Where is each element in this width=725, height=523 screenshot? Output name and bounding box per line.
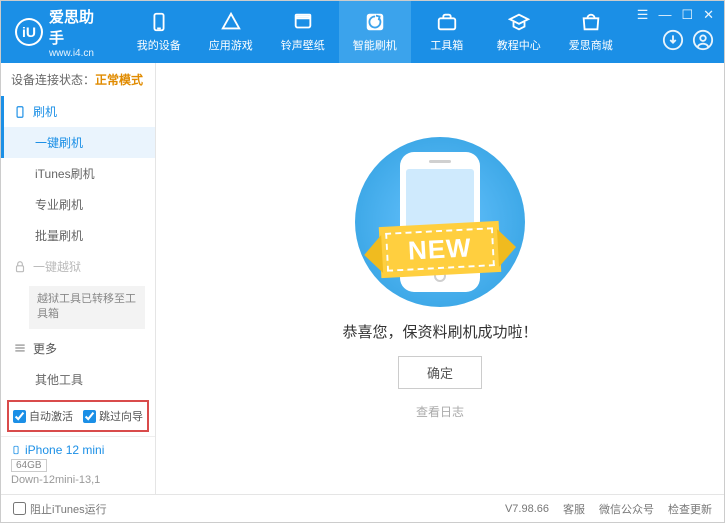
sidebar-item-other-tools[interactable]: 其他工具 bbox=[29, 364, 155, 395]
footer-link-update[interactable]: 检查更新 bbox=[668, 501, 712, 517]
logo-icon: iU bbox=[15, 18, 43, 46]
nav-tutorials[interactable]: 教程中心 bbox=[483, 1, 555, 63]
checkbox-block-itunes[interactable]: 阻止iTunes运行 bbox=[13, 501, 107, 517]
close-icon[interactable]: ✕ bbox=[703, 7, 714, 23]
nav-apps[interactable]: 应用游戏 bbox=[195, 1, 267, 63]
menu-icon[interactable]: ☰ bbox=[637, 7, 649, 23]
nav-toolbox[interactable]: 工具箱 bbox=[411, 1, 483, 63]
version-label: V7.98.66 bbox=[505, 503, 549, 515]
nav-my-device[interactable]: 我的设备 bbox=[123, 1, 195, 63]
device-storage: 64GB bbox=[11, 459, 47, 472]
titlebar: iU 爱思助手 www.i4.cn 我的设备 应用游戏 铃声壁纸 智能刷机 工具… bbox=[1, 1, 724, 63]
view-log-link[interactable]: 查看日志 bbox=[416, 403, 464, 420]
main-content: NEW 恭喜您，保资料刷机成功啦！ 确定 查看日志 bbox=[156, 63, 724, 494]
footer: 阻止iTunes运行 V7.98.66 客服 微信公众号 检查更新 bbox=[1, 494, 724, 522]
ok-button[interactable]: 确定 bbox=[398, 356, 482, 389]
app-window: iU 爱思助手 www.i4.cn 我的设备 应用游戏 铃声壁纸 智能刷机 工具… bbox=[0, 0, 725, 523]
sidebar-item-itunes-flash[interactable]: iTunes刷机 bbox=[29, 158, 155, 189]
device-panel[interactable]: iPhone 12 mini 64GB Down-12mini-13,1 bbox=[1, 436, 155, 494]
device-name: iPhone 12 mini bbox=[11, 443, 145, 457]
window-controls: ☰ — ☐ ✕ bbox=[627, 1, 724, 63]
nav-flash[interactable]: 智能刷机 bbox=[339, 1, 411, 63]
top-nav: 我的设备 应用游戏 铃声壁纸 智能刷机 工具箱 教程中心 爱思商城 bbox=[123, 1, 627, 63]
footer-link-wechat[interactable]: 微信公众号 bbox=[599, 501, 654, 517]
device-model: Down-12mini-13,1 bbox=[11, 474, 145, 486]
section-more[interactable]: 更多 bbox=[1, 333, 155, 364]
flash-options-highlight: 自动激活 跳过向导 bbox=[7, 400, 149, 432]
checkbox-skip-guide[interactable]: 跳过向导 bbox=[83, 408, 143, 424]
device-status: 设备连接状态：正常模式 bbox=[1, 63, 155, 96]
nav-store[interactable]: 爱思商城 bbox=[555, 1, 627, 63]
body: 设备连接状态：正常模式 刷机 一键刷机 iTunes刷机 专业刷机 批量刷机 一… bbox=[1, 63, 724, 494]
footer-link-service[interactable]: 客服 bbox=[563, 501, 585, 517]
brand: iU 爱思助手 www.i4.cn bbox=[1, 1, 123, 63]
brand-name: 爱思助手 bbox=[49, 6, 109, 48]
success-message: 恭喜您，保资料刷机成功啦！ bbox=[342, 321, 537, 342]
maximize-icon[interactable]: ☐ bbox=[681, 7, 693, 23]
sidebar-item-batch-flash[interactable]: 批量刷机 bbox=[29, 220, 155, 251]
sidebar-item-download-firmware[interactable]: 下载固件 bbox=[29, 395, 155, 396]
jailbreak-note: 越狱工具已转移至工具箱 bbox=[29, 286, 145, 329]
minimize-icon[interactable]: — bbox=[658, 7, 671, 23]
sidebar-item-oneclick-flash[interactable]: 一键刷机 bbox=[1, 127, 155, 158]
checkbox-auto-activate[interactable]: 自动激活 bbox=[13, 408, 73, 424]
sidebar-item-pro-flash[interactable]: 专业刷机 bbox=[29, 189, 155, 220]
sidebar: 设备连接状态：正常模式 刷机 一键刷机 iTunes刷机 专业刷机 批量刷机 一… bbox=[1, 63, 156, 494]
download-icon[interactable] bbox=[662, 29, 684, 54]
nav-ringtones[interactable]: 铃声壁纸 bbox=[267, 1, 339, 63]
section-flash[interactable]: 刷机 bbox=[1, 96, 155, 127]
brand-site: www.i4.cn bbox=[49, 48, 109, 59]
section-jailbreak[interactable]: 一键越狱 bbox=[1, 251, 155, 282]
new-ribbon: NEW bbox=[385, 227, 495, 272]
user-icon[interactable] bbox=[692, 29, 714, 54]
success-illustration: NEW bbox=[355, 137, 525, 307]
